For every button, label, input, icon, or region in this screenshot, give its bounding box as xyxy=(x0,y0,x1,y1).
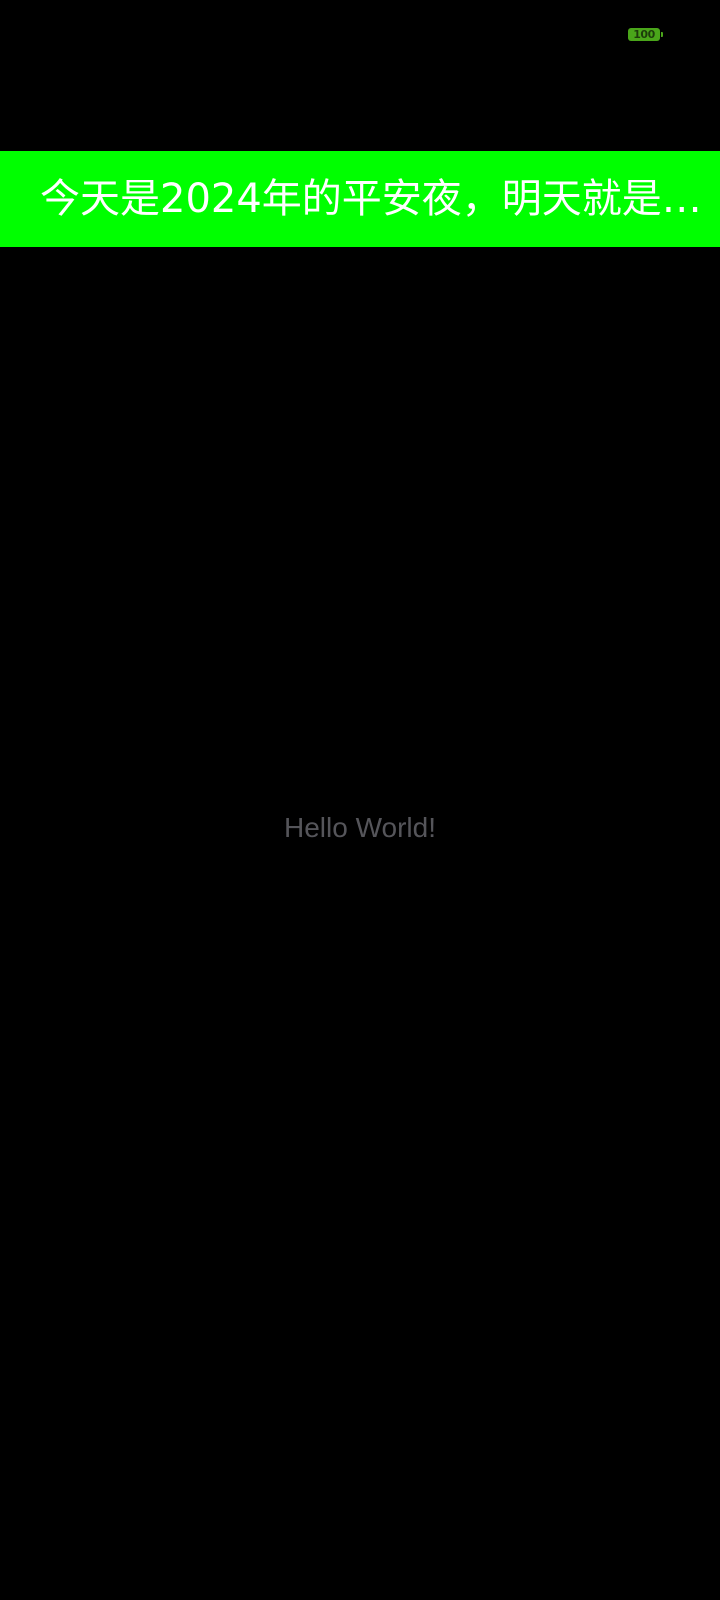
marquee-banner: 今天是2024年的平安夜，明天就是圣诞节，祝大家平安夜快乐！ xyxy=(0,151,720,247)
battery-icon: 100 xyxy=(628,28,663,41)
status-bar: 100 xyxy=(0,0,720,70)
marquee-text: 今天是2024年的平安夜，明天就是圣诞节，祝大家平安夜快乐！ xyxy=(40,176,720,222)
app-screen: 100 今天是2024年的平安夜，明天就是圣诞节，祝大家平安夜快乐！ Hello… xyxy=(0,0,720,1600)
hello-world-label: Hello World! xyxy=(284,812,436,843)
battery-level: 100 xyxy=(633,28,655,41)
